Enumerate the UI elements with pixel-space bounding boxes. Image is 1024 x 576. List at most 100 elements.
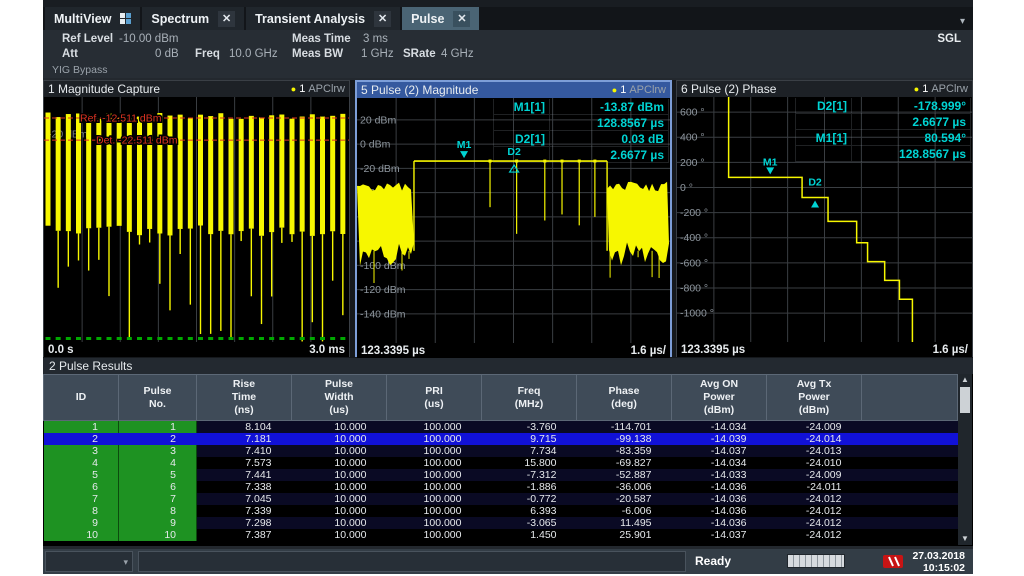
phase-chart[interactable]: 600 °400 °200 °0 °-200 °-400 °-600 °-800… — [677, 97, 972, 342]
id-cell: 2 — [119, 433, 197, 445]
value-cell: 100.000 — [387, 505, 482, 517]
value-cell: 100.000 — [387, 433, 482, 445]
close-tab-icon[interactable]: ✕ — [453, 11, 470, 27]
value-cell: -24.014 — [767, 433, 862, 445]
marker-label: M1[1] — [493, 99, 549, 115]
value-cell: -14.034 — [672, 421, 767, 434]
marker-label: D2[1] — [493, 131, 549, 147]
table-scrollbar[interactable]: ▲ ▼ — [958, 374, 972, 545]
scrollbar-thumb[interactable] — [960, 387, 970, 413]
tab-multiview[interactable]: MultiView — [45, 7, 140, 30]
pulse-results-title[interactable]: 2 Pulse Results — [43, 358, 973, 374]
panel-phase-titlebar[interactable]: 6 Pulse (2) Phase ● 1 APClrw — [677, 81, 972, 97]
table-column-header[interactable]: Avg ONPower(dBm) — [672, 375, 767, 421]
table-row[interactable]: 997.29810.000100.000-3.06511.495-14.036-… — [44, 517, 958, 529]
marker-value: 0.03 dB — [549, 131, 669, 147]
srate-value[interactable]: 4 GHz — [441, 48, 474, 60]
panel-pulse-magnitude[interactable]: 5 Pulse (2) Magnitude ● 1 APClrw 20 dBm0… — [355, 80, 672, 357]
id-cell: 6 — [44, 481, 119, 493]
id-cell: 4 — [44, 457, 119, 469]
value-cell: 10.000 — [292, 529, 387, 541]
value-cell: 8.104 — [197, 421, 292, 434]
value-cell: 100.000 — [387, 529, 482, 541]
table-column-header[interactable]: ID — [44, 375, 119, 421]
value-cell: 7.441 — [197, 469, 292, 481]
svg-text:400 °: 400 ° — [680, 132, 705, 144]
table-column-header[interactable]: RiseTime(ns) — [197, 375, 292, 421]
value-cell: 100.000 — [387, 517, 482, 529]
id-cell: 8 — [119, 505, 197, 517]
trace-badge: ● 1 APClrw — [612, 84, 666, 96]
table-column-header[interactable]: PRI(us) — [387, 375, 482, 421]
tab-overflow-icon[interactable]: ▾ — [960, 16, 965, 27]
tab-spectrum[interactable]: Spectrum ✕ — [142, 7, 244, 30]
scroll-down-icon[interactable]: ▼ — [958, 533, 972, 545]
sweep-mode-indicator: SGL — [937, 33, 961, 45]
value-cell: 11.495 — [577, 517, 672, 529]
tab-transient-analysis[interactable]: Transient Analysis ✕ — [246, 7, 400, 30]
table-column-header[interactable]: PulseWidth(us) — [292, 375, 387, 421]
value-cell: 100.000 — [387, 421, 482, 434]
id-cell: 3 — [119, 445, 197, 457]
phase-x-scale: 1.6 µs/ — [933, 344, 968, 356]
table-row[interactable]: 887.33910.000100.0006.393-6.006-14.036-2… — [44, 505, 958, 517]
panel-capture-titlebar[interactable]: 1 Magnitude Capture ● 1 APClrw — [44, 81, 349, 97]
table-column-header[interactable]: Phase(deg) — [577, 375, 672, 421]
panel-magnitude-capture[interactable]: 1 Magnitude Capture ● 1 APClrw -20 dBmRe… — [43, 80, 350, 357]
ref-level-label: Ref Level — [62, 33, 113, 45]
ref-level-value[interactable]: -10.00 dBm — [119, 33, 178, 45]
value-cell: -36.006 — [577, 481, 672, 493]
panel-magnitude-titlebar[interactable]: 5 Pulse (2) Magnitude ● 1 APClrw — [357, 82, 670, 98]
table-column-header[interactable]: Avg TxPower(dBm) — [767, 375, 862, 421]
table-row[interactable]: 118.10410.000100.000-3.760-114.701-14.03… — [44, 421, 958, 434]
trace-number: 1 — [620, 84, 626, 96]
id-cell: 4 — [119, 457, 197, 469]
magnitude-chart[interactable]: 20 dBm0 dBm-20 dBm-40 dBm-60 dBm-80 dBm-… — [357, 98, 670, 343]
marker-value: -13.87 dBm — [549, 99, 669, 115]
close-tab-icon[interactable]: ✕ — [218, 11, 235, 27]
value-cell: -3.065 — [482, 517, 577, 529]
value-cell: -69.827 — [577, 457, 672, 469]
table-row[interactable]: 337.41010.000100.0007.734-83.359-14.037-… — [44, 445, 958, 457]
panel-pulse-phase[interactable]: 6 Pulse (2) Phase ● 1 APClrw 600 °400 °2… — [676, 80, 973, 357]
table-row[interactable]: 10107.38710.000100.0001.45025.901-14.037… — [44, 529, 958, 541]
value-cell: -6.006 — [577, 505, 672, 517]
value-cell: -114.701 — [577, 421, 672, 434]
table-row[interactable]: 777.04510.000100.000-0.772-20.587-14.036… — [44, 493, 958, 505]
table-row[interactable]: 557.44110.000100.000-7.312-52.887-14.033… — [44, 469, 958, 481]
close-tab-icon[interactable]: ✕ — [374, 11, 391, 27]
table-column-header[interactable]: PulseNo. — [119, 375, 197, 421]
table-column-header[interactable]: Freq(MHz) — [482, 375, 577, 421]
id-cell: 7 — [44, 493, 119, 505]
value-cell: -1.886 — [482, 481, 577, 493]
marker-label — [795, 146, 851, 162]
value-cell: -14.036 — [672, 481, 767, 493]
calendar-alert-icon[interactable] — [883, 555, 903, 573]
capture-x-start: 0.0 s — [48, 344, 74, 356]
scroll-up-icon[interactable]: ▲ — [958, 374, 972, 386]
meas-time-value[interactable]: 3 ms — [363, 33, 388, 45]
status-dropdown[interactable]: ▾ — [45, 551, 133, 572]
svg-text:D2: D2 — [808, 177, 822, 189]
magnitude-x-start: 123.3395 µs — [361, 345, 425, 357]
capture-chart[interactable]: -20 dBmRef. -12.511 dBmDet. -22.511 dBm — [44, 97, 349, 342]
value-cell: 10.000 — [292, 505, 387, 517]
att-value[interactable]: 0 dB — [155, 48, 179, 60]
meas-bw-value[interactable]: 1 GHz — [361, 48, 394, 60]
value-cell: 1.450 — [482, 529, 577, 541]
filler-cell — [862, 433, 958, 445]
table-row[interactable]: 227.18110.000100.0009.715-99.138-14.039-… — [44, 433, 958, 445]
table-column-header[interactable] — [862, 375, 958, 421]
tab-pulse[interactable]: Pulse ✕ — [402, 7, 479, 30]
value-cell: 100.000 — [387, 493, 482, 505]
freq-label: Freq — [195, 48, 220, 60]
value-cell: 10.000 — [292, 421, 387, 434]
id-cell: 1 — [44, 421, 119, 434]
value-cell: -14.036 — [672, 505, 767, 517]
table-row[interactable]: 667.33810.000100.000-1.886-36.006-14.036… — [44, 481, 958, 493]
table-row[interactable]: 447.57310.000100.00015.800-69.827-14.034… — [44, 457, 958, 469]
value-cell: -14.037 — [672, 529, 767, 541]
freq-value[interactable]: 10.0 GHz — [229, 48, 278, 60]
trace-number: 1 — [922, 83, 928, 95]
svg-text:-200 °: -200 ° — [680, 207, 708, 219]
